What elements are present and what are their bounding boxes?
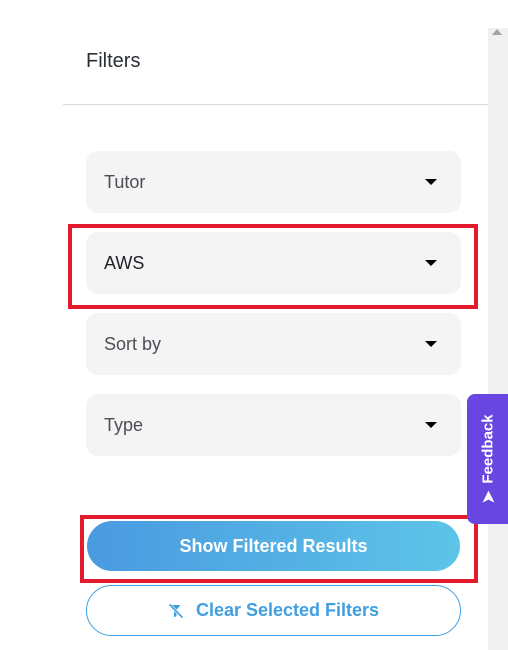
caret-down-icon: [425, 260, 437, 266]
type-select-value: Type: [104, 414, 144, 435]
filter-clear-icon: [168, 602, 184, 619]
course-select[interactable]: AWS: [86, 232, 461, 294]
sort-select-value: Sort by: [104, 333, 162, 354]
panel-title: Filters: [86, 50, 141, 72]
caret-down-icon: [425, 422, 437, 428]
filters-panel: Filters Tutor AWS Sort by Type Show Filt…: [0, 0, 508, 650]
feedback-tab[interactable]: Feedback: [467, 394, 508, 524]
show-filtered-results-label: Show Filtered Results: [179, 535, 368, 556]
caret-down-icon: [425, 179, 437, 185]
tutor-select-value: Tutor: [104, 171, 146, 192]
send-arrow-icon: [481, 490, 494, 503]
scroll-up-arrow-icon[interactable]: [492, 29, 502, 35]
feedback-label: Feedback: [479, 414, 496, 484]
show-filtered-results-button[interactable]: Show Filtered Results: [87, 521, 460, 571]
type-select[interactable]: Type: [86, 394, 461, 456]
course-select-value: AWS: [104, 252, 145, 273]
divider: [63, 104, 488, 105]
tutor-select[interactable]: Tutor: [86, 151, 461, 213]
sort-select[interactable]: Sort by: [86, 313, 461, 375]
clear-selected-filters-label: Clear Selected Filters: [195, 600, 380, 620]
clear-selected-filters-button[interactable]: Clear Selected Filters: [86, 585, 461, 636]
caret-down-icon: [425, 341, 437, 347]
scrollbar[interactable]: [488, 28, 508, 650]
